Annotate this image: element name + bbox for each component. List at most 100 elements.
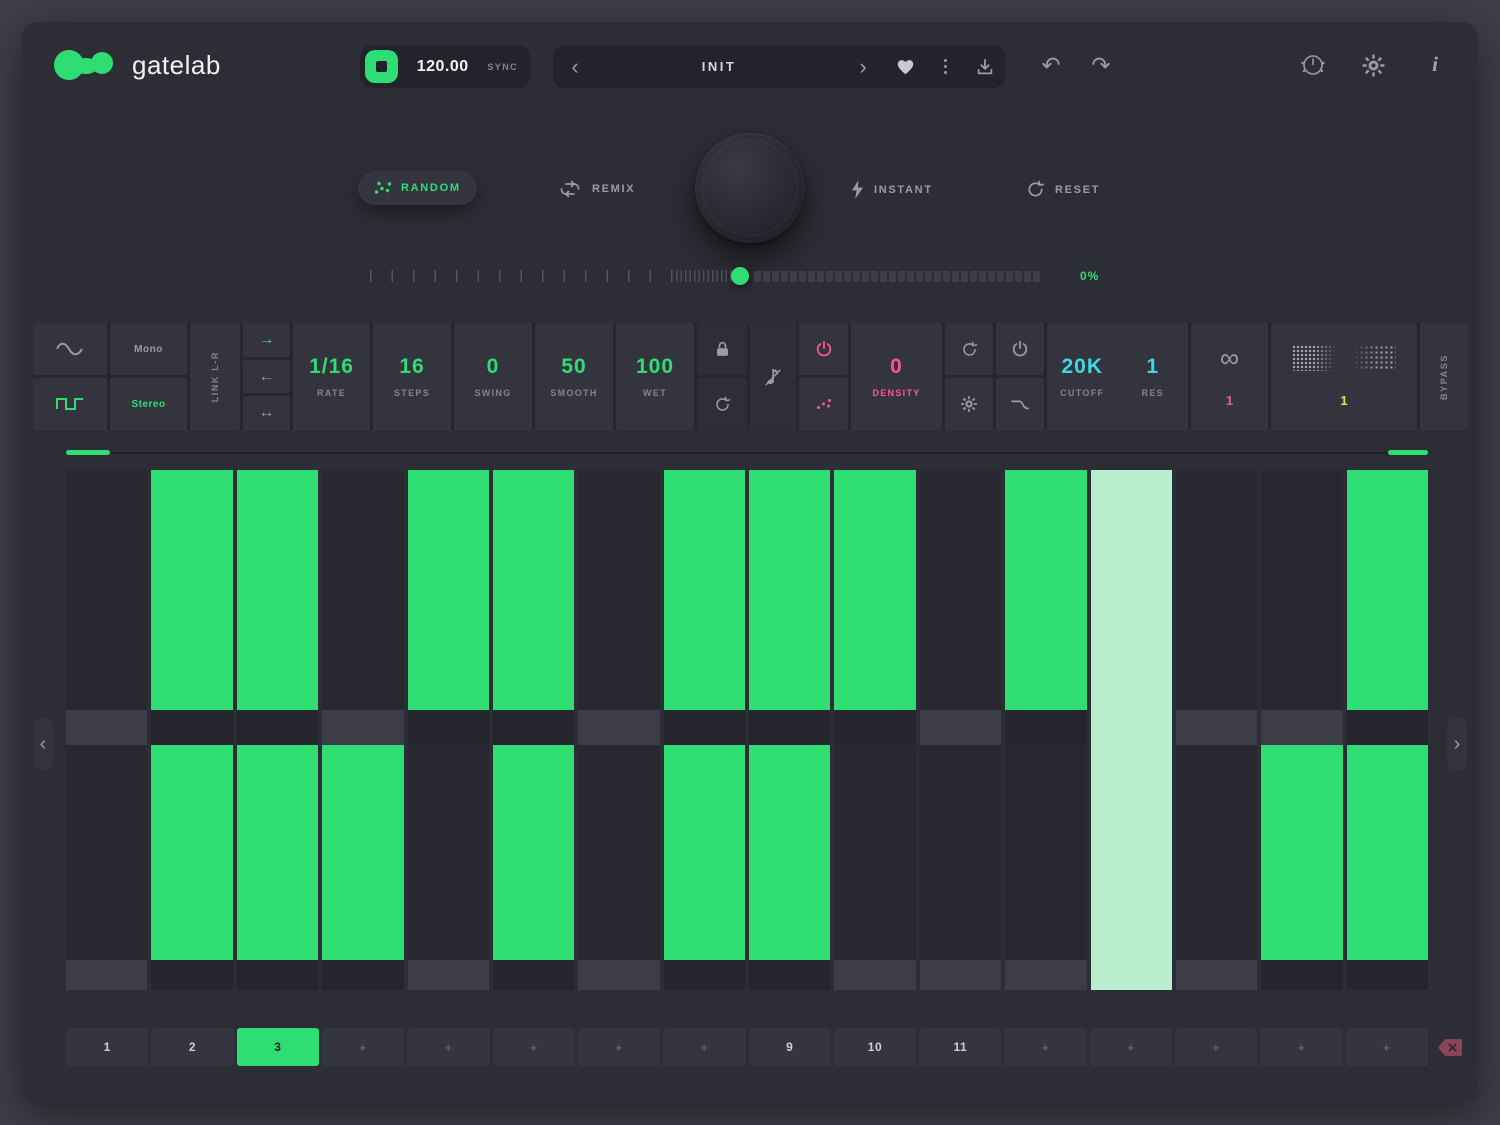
lane1-step-bar[interactable] <box>920 470 1001 710</box>
lane2-step-bar[interactable] <box>920 745 1001 960</box>
main-gate-knob[interactable] <box>695 133 805 243</box>
lane1-step-bar[interactable] <box>408 470 489 710</box>
step-column-12[interactable] <box>1005 470 1086 990</box>
pattern-slot-10[interactable]: 10 <box>834 1028 916 1066</box>
step-column-4[interactable] <box>322 470 403 990</box>
pattern-slot-2[interactable]: 2 <box>151 1028 233 1066</box>
dither-sparse-icon[interactable] <box>1349 345 1396 371</box>
noise-control[interactable]: 1 <box>1271 323 1417 430</box>
settings-button[interactable] <box>1359 51 1387 79</box>
lane2-step-bar[interactable] <box>664 745 745 960</box>
lane1-step-bar[interactable] <box>578 470 659 710</box>
lane2-step-bar[interactable] <box>1091 745 1172 960</box>
pattern-delete-button[interactable] <box>1436 1036 1464 1058</box>
step-column-14[interactable] <box>1176 470 1257 990</box>
lane1-step-bar[interactable] <box>1261 470 1342 710</box>
lane1-step-bar[interactable] <box>664 470 745 710</box>
direction-forward-button[interactable]: → <box>243 323 290 357</box>
pattern-add-slot-7[interactable]: + <box>578 1028 660 1066</box>
lane2-step-bar[interactable] <box>1347 745 1428 960</box>
direction-pingpong-button[interactable]: ↔ <box>243 396 290 430</box>
pattern-add-slot-14[interactable]: + <box>1175 1028 1257 1066</box>
relock-button[interactable] <box>697 378 747 430</box>
pattern-add-slot-4[interactable]: + <box>322 1028 404 1066</box>
waveform-sine-button[interactable] <box>33 323 107 375</box>
sync-toggle[interactable]: SYNC <box>487 62 518 72</box>
undo-button[interactable]: ↶ <box>1036 52 1066 78</box>
lane1-step-bar[interactable] <box>493 470 574 710</box>
step-column-8[interactable] <box>664 470 745 990</box>
pattern-add-slot-8[interactable]: + <box>663 1028 745 1066</box>
dither-dense-icon[interactable] <box>1292 345 1339 371</box>
instant-button[interactable]: INSTANT <box>845 179 939 200</box>
mute-note-button[interactable] <box>750 323 796 430</box>
filter-power-button[interactable] <box>996 323 1044 375</box>
pattern-add-slot-15[interactable]: + <box>1260 1028 1342 1066</box>
steps-control[interactable]: 16 STEPS <box>373 323 451 430</box>
step-column-16[interactable] <box>1347 470 1428 990</box>
loop-range-indicator[interactable] <box>66 450 1428 455</box>
lane1-step-bar[interactable] <box>322 470 403 710</box>
pattern-slot-3[interactable]: 3 <box>237 1028 319 1066</box>
lane1-step-bar[interactable] <box>237 470 318 710</box>
pattern-slot-1[interactable]: 1 <box>66 1028 148 1066</box>
filter-random-button[interactable] <box>945 323 993 375</box>
pattern-add-slot-12[interactable]: + <box>1004 1028 1086 1066</box>
lane1-step-bar[interactable] <box>1091 470 1172 710</box>
favorite-button[interactable] <box>885 45 925 88</box>
step-column-15[interactable] <box>1261 470 1342 990</box>
lane2-step-bar[interactable] <box>66 745 147 960</box>
density-random-button[interactable] <box>799 378 848 430</box>
info-button[interactable]: i <box>1422 49 1448 79</box>
redo-button[interactable]: ↷ <box>1086 52 1116 78</box>
rate-control[interactable]: 1/16 RATE <box>293 323 370 430</box>
random-button[interactable]: RANDOM <box>358 171 477 205</box>
mono-button[interactable]: Mono <box>110 323 187 375</box>
cutoff-control[interactable]: 20K CUTOFF <box>1047 355 1118 398</box>
waveform-square-button[interactable] <box>33 378 107 430</box>
shift-left-button[interactable]: ‹ <box>33 718 53 770</box>
slider-handle[interactable] <box>731 267 749 285</box>
preset-name[interactable]: INIT <box>597 59 841 74</box>
lane2-step-bar[interactable] <box>151 745 232 960</box>
link-lr-button[interactable]: LINK L-R <box>190 323 240 430</box>
midi-knob-button[interactable] <box>1299 51 1327 79</box>
lane2-step-bar[interactable] <box>834 745 915 960</box>
step-column-1[interactable] <box>66 470 147 990</box>
smooth-control[interactable]: 50 SMOOTH <box>535 323 613 430</box>
lane2-step-bar[interactable] <box>578 745 659 960</box>
lane2-step-bar[interactable] <box>1176 745 1257 960</box>
lane2-step-bar[interactable] <box>1261 745 1342 960</box>
lane1-step-bar[interactable] <box>749 470 830 710</box>
lane1-step-bar[interactable] <box>1347 470 1428 710</box>
lane1-step-bar[interactable] <box>834 470 915 710</box>
step-column-13[interactable] <box>1091 470 1172 990</box>
step-column-10[interactable] <box>834 470 915 990</box>
lane1-step-bar[interactable] <box>151 470 232 710</box>
preset-prev-button[interactable]: ‹ <box>553 45 597 88</box>
step-column-2[interactable] <box>151 470 232 990</box>
pattern-add-slot-16[interactable]: + <box>1346 1028 1428 1066</box>
lane2-step-bar[interactable] <box>408 745 489 960</box>
range-end-handle[interactable] <box>1388 450 1428 455</box>
preset-next-button[interactable]: › <box>841 45 885 88</box>
lane2-step-bar[interactable] <box>493 745 574 960</box>
density-power-button[interactable] <box>799 323 848 375</box>
lane1-step-bar[interactable] <box>66 470 147 710</box>
pattern-slot-9[interactable]: 9 <box>749 1028 831 1066</box>
lane2-step-bar[interactable] <box>322 745 403 960</box>
bpm-display[interactable]: 120.00 <box>406 58 479 76</box>
pattern-slot-11[interactable]: 11 <box>919 1028 1001 1066</box>
pattern-add-slot-13[interactable]: + <box>1090 1028 1172 1066</box>
step-column-3[interactable] <box>237 470 318 990</box>
lock-button[interactable] <box>697 323 747 375</box>
pattern-add-slot-6[interactable]: + <box>493 1028 575 1066</box>
lane2-step-bar[interactable] <box>749 745 830 960</box>
step-column-5[interactable] <box>408 470 489 990</box>
stereo-button[interactable]: Stereo <box>110 378 187 430</box>
reset-button[interactable]: RESET <box>1020 179 1106 200</box>
shift-right-button[interactable]: › <box>1447 718 1467 770</box>
pattern-add-slot-5[interactable]: + <box>407 1028 489 1066</box>
res-control[interactable]: 1 RES <box>1118 355 1189 398</box>
step-column-11[interactable] <box>920 470 1001 990</box>
